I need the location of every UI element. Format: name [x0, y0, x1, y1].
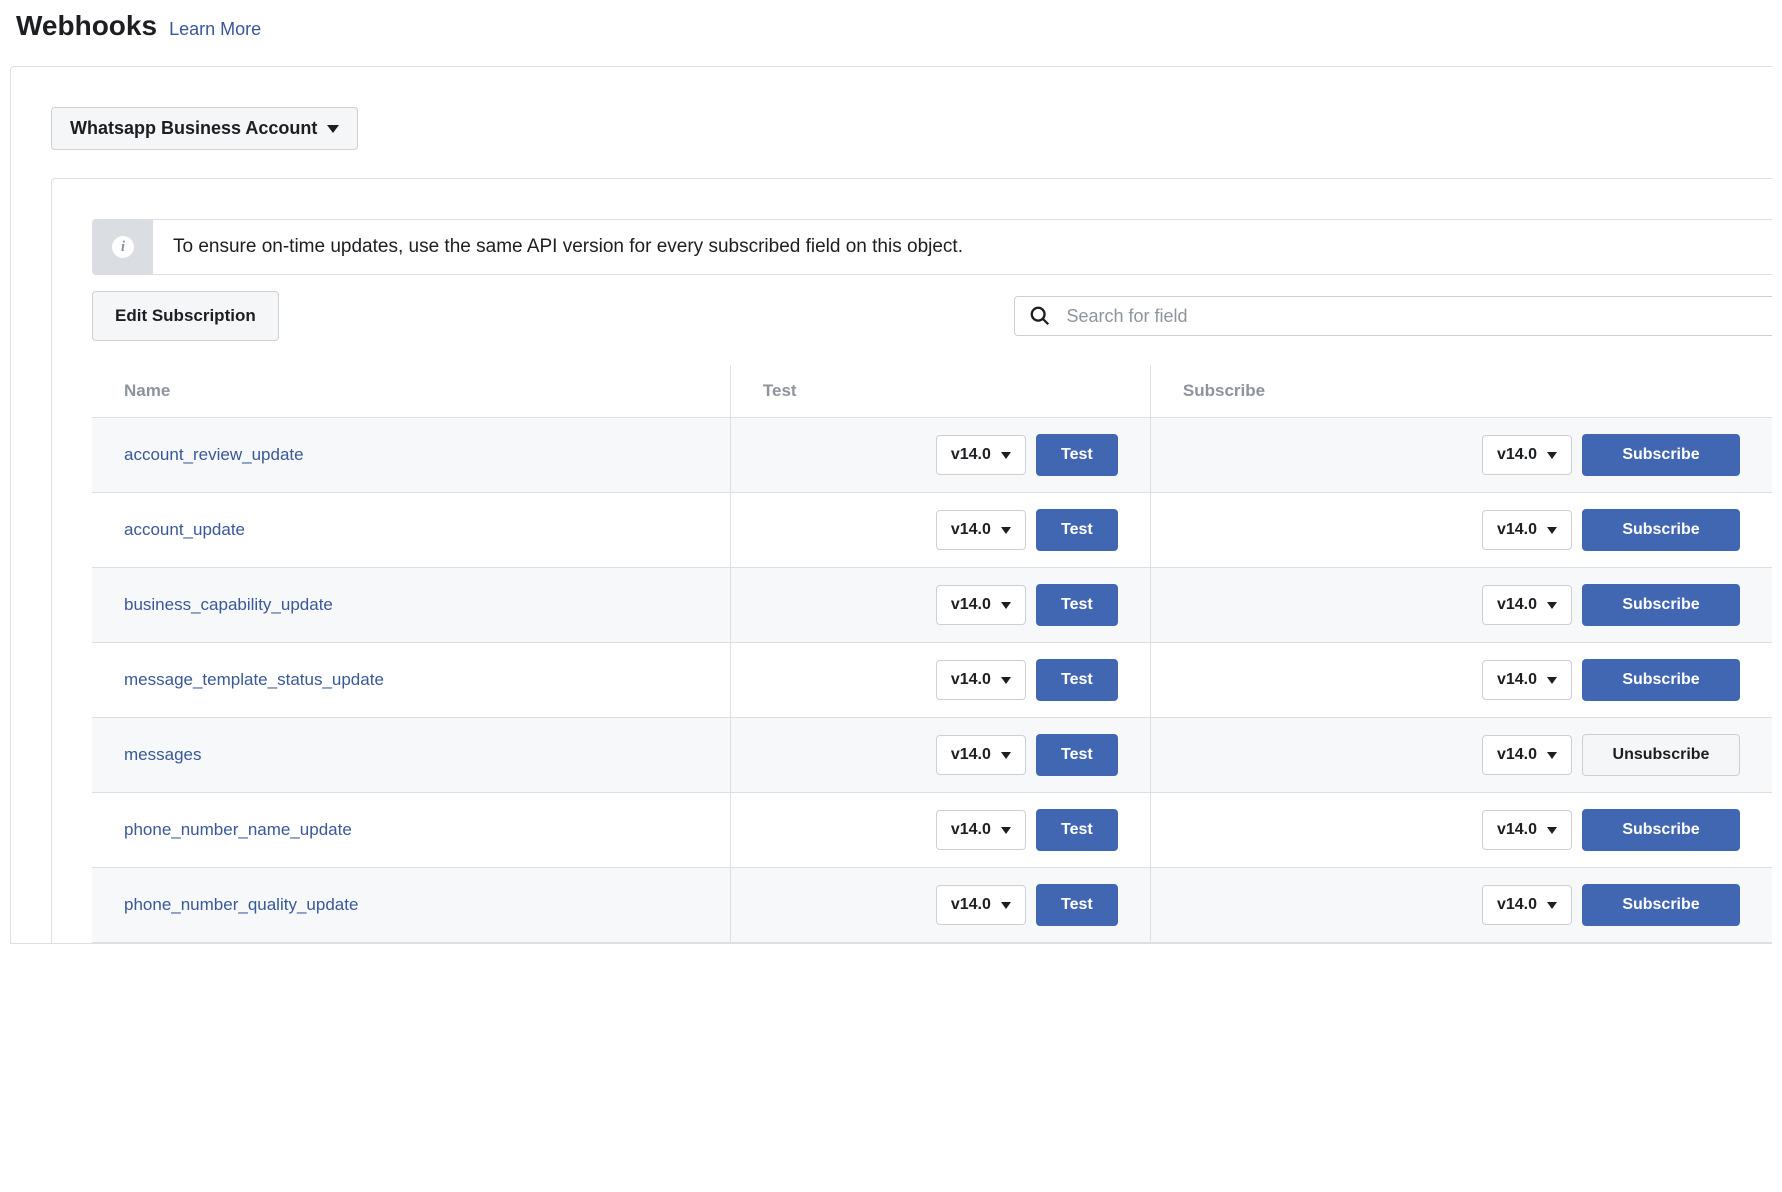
subscribe-version-dropdown[interactable]: v14.0 — [1482, 810, 1572, 850]
chevron-down-icon — [1547, 527, 1557, 534]
fields-table: Name Test Subscribe account_review_updat… — [92, 365, 1772, 943]
col-header-name: Name — [92, 365, 730, 418]
search-icon — [1029, 305, 1051, 327]
subscribe-version-dropdown[interactable]: v14.0 — [1482, 660, 1572, 700]
chevron-down-icon — [1001, 752, 1011, 759]
page-title: Webhooks — [16, 10, 157, 42]
subscribe-version-label: v14.0 — [1497, 821, 1537, 839]
subscribe-version-dropdown[interactable]: v14.0 — [1482, 735, 1572, 775]
chevron-down-icon — [1547, 677, 1557, 684]
learn-more-link[interactable]: Learn More — [169, 19, 261, 40]
field-name[interactable]: phone_number_name_update — [124, 820, 352, 839]
subscribe-version-label: v14.0 — [1497, 596, 1537, 614]
page-header: Webhooks Learn More — [10, 10, 1772, 42]
test-version-label: v14.0 — [951, 896, 991, 914]
chevron-down-icon — [327, 125, 339, 133]
search-input[interactable] — [1067, 306, 1759, 327]
unsubscribe-button[interactable]: Unsubscribe — [1582, 734, 1740, 776]
table-row: phone_number_quality_update v14.0 Test v14.… — [92, 868, 1772, 943]
subscribe-button[interactable]: Subscribe — [1582, 809, 1740, 851]
info-banner: i To ensure on-time updates, use the sam… — [92, 219, 1772, 275]
chevron-down-icon — [1001, 602, 1011, 609]
test-button[interactable]: Test — [1036, 509, 1118, 551]
subscribe-version-label: v14.0 — [1497, 446, 1537, 464]
subscribe-version-label: v14.0 — [1497, 521, 1537, 539]
test-version-dropdown[interactable]: v14.0 — [936, 735, 1026, 775]
test-button[interactable]: Test — [1036, 434, 1118, 476]
chevron-down-icon — [1001, 452, 1011, 459]
toolbar: Edit Subscription — [92, 291, 1772, 341]
field-name[interactable]: messages — [124, 745, 201, 764]
table-row: phone_number_name_update v14.0 Test v14.0 Su… — [92, 793, 1772, 868]
test-version-dropdown[interactable]: v14.0 — [936, 435, 1026, 475]
field-name[interactable]: message_template_status_update — [124, 670, 384, 689]
test-version-label: v14.0 — [951, 821, 991, 839]
test-version-label: v14.0 — [951, 596, 991, 614]
chevron-down-icon — [1547, 902, 1557, 909]
test-button[interactable]: Test — [1036, 809, 1118, 851]
object-type-dropdown[interactable]: Whatsapp Business Account — [51, 107, 358, 150]
subscribe-version-dropdown[interactable]: v14.0 — [1482, 435, 1572, 475]
object-type-selected: Whatsapp Business Account — [70, 118, 317, 139]
subscribe-button[interactable]: Subscribe — [1582, 884, 1740, 926]
webhooks-panel: Whatsapp Business Account i To ensure on… — [10, 66, 1772, 944]
info-banner-text: To ensure on-time updates, use the same … — [153, 220, 983, 274]
subscribe-button[interactable]: Subscribe — [1582, 659, 1740, 701]
subscribe-version-label: v14.0 — [1497, 746, 1537, 764]
table-row: account_update v14.0 Test v14.0 Subscribe — [92, 493, 1772, 568]
search-field-wrap[interactable] — [1014, 296, 1773, 336]
test-version-dropdown[interactable]: v14.0 — [936, 810, 1026, 850]
test-version-dropdown[interactable]: v14.0 — [936, 885, 1026, 925]
info-icon-box: i — [93, 220, 153, 274]
col-header-subscribe: Subscribe — [1150, 365, 1772, 418]
subscribe-button[interactable]: Subscribe — [1582, 434, 1740, 476]
chevron-down-icon — [1001, 527, 1011, 534]
info-icon: i — [112, 236, 134, 258]
chevron-down-icon — [1001, 827, 1011, 834]
test-version-dropdown[interactable]: v14.0 — [936, 660, 1026, 700]
test-version-dropdown[interactable]: v14.0 — [936, 510, 1026, 550]
chevron-down-icon — [1547, 752, 1557, 759]
subscribe-button[interactable]: Subscribe — [1582, 584, 1740, 626]
field-name[interactable]: account_review_update — [124, 445, 304, 464]
subscribe-version-dropdown[interactable]: v14.0 — [1482, 885, 1572, 925]
test-version-label: v14.0 — [951, 671, 991, 689]
subscribe-version-label: v14.0 — [1497, 896, 1537, 914]
test-button[interactable]: Test — [1036, 884, 1118, 926]
table-row: business_capability_update v14.0 Test v14.0… — [92, 568, 1772, 643]
subscribe-version-label: v14.0 — [1497, 671, 1537, 689]
test-version-label: v14.0 — [951, 746, 991, 764]
field-name[interactable]: account_update — [124, 520, 245, 539]
field-name[interactable]: phone_number_quality_update — [124, 895, 358, 914]
chevron-down-icon — [1547, 602, 1557, 609]
chevron-down-icon — [1001, 902, 1011, 909]
subscribe-button[interactable]: Subscribe — [1582, 509, 1740, 551]
test-version-dropdown[interactable]: v14.0 — [936, 585, 1026, 625]
test-button[interactable]: Test — [1036, 584, 1118, 626]
edit-subscription-button[interactable]: Edit Subscription — [92, 291, 279, 341]
chevron-down-icon — [1547, 827, 1557, 834]
table-row: account_review_update v14.0 Test v14.0 Subsc… — [92, 418, 1772, 493]
field-name[interactable]: business_capability_update — [124, 595, 333, 614]
subscribe-version-dropdown[interactable]: v14.0 — [1482, 510, 1572, 550]
chevron-down-icon — [1547, 452, 1557, 459]
table-row: messages v14.0 Test v14.0 Unsubscribe — [92, 718, 1772, 793]
subscriptions-panel: i To ensure on-time updates, use the sam… — [51, 178, 1772, 943]
test-button[interactable]: Test — [1036, 734, 1118, 776]
test-button[interactable]: Test — [1036, 659, 1118, 701]
col-header-test: Test — [730, 365, 1150, 418]
chevron-down-icon — [1001, 677, 1011, 684]
table-row: message_template_status_update v14.0 Test v… — [92, 643, 1772, 718]
test-version-label: v14.0 — [951, 521, 991, 539]
subscribe-version-dropdown[interactable]: v14.0 — [1482, 585, 1572, 625]
test-version-label: v14.0 — [951, 446, 991, 464]
